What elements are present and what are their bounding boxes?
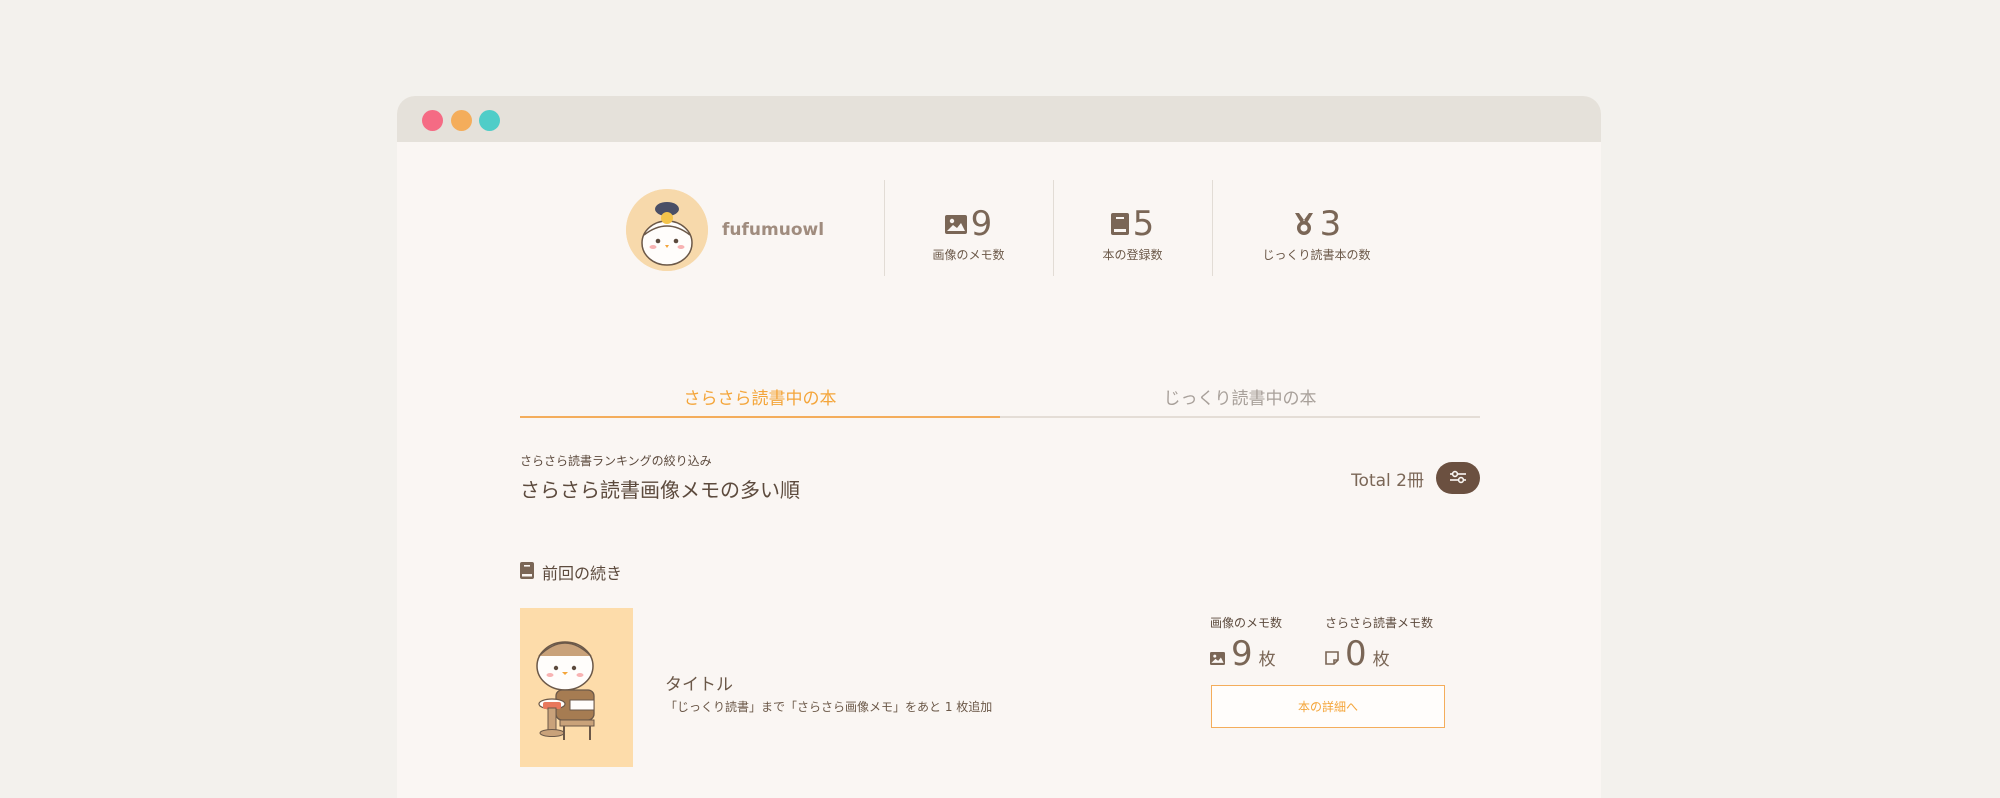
tab-underline: [1000, 416, 1480, 418]
image-icon: [944, 214, 967, 234]
username: fufumuowl: [722, 220, 825, 240]
stat-label: 本の登録数: [1102, 248, 1163, 262]
stat-image-memos: 9 画像のメモ数: [884, 204, 1053, 263]
book-cover[interactable]: [520, 608, 633, 767]
owl-avatar-icon[interactable]: [626, 189, 708, 271]
count-unit: 枚: [1372, 650, 1390, 670]
tab-jikkuri[interactable]: じっくり読書中の本: [1000, 384, 1480, 409]
active-tab-indicator: [520, 416, 1000, 418]
stat-deep-reading-books: 3 じっくり読書本の数: [1212, 204, 1421, 263]
book-detail-button[interactable]: 本の詳細へ: [1211, 685, 1445, 728]
count-label: さらさら読書メモ数: [1325, 616, 1434, 630]
book-progress-message: 「じっくり読書」まで「さらさら画像メモ」をあと 1 枚追加: [665, 700, 993, 714]
filter-title: さらさら読書画像メモの多い順: [520, 478, 800, 502]
stat-value: 5: [1132, 204, 1155, 244]
stat-label: 画像のメモ数: [932, 248, 1005, 262]
note-icon: [1325, 650, 1339, 669]
count-unit: 枚: [1258, 650, 1276, 670]
title-bar: [397, 96, 1601, 142]
book-icon: [1110, 213, 1129, 235]
section-header: 前回の続き: [520, 560, 622, 584]
stat-value: 9: [970, 204, 993, 244]
sliders-icon: [1449, 469, 1467, 488]
image-icon: [1210, 650, 1225, 669]
image-memo-count: 画像のメモ数 9 枚: [1210, 614, 1282, 673]
count-value: 9: [1231, 634, 1253, 674]
book-icon: [520, 561, 534, 583]
stat-registered-books: 5 本の登録数: [1053, 204, 1212, 263]
filter-subtitle: さらさら読書ランキングの絞り込み: [520, 454, 712, 468]
stat-value: 3: [1319, 204, 1342, 244]
book-title[interactable]: タイトル: [665, 670, 733, 695]
zoom-window-button[interactable]: [479, 110, 500, 131]
sarasara-memo-count: さらさら読書メモ数 0 枚: [1325, 614, 1433, 673]
count-label: 画像のメモ数: [1210, 616, 1283, 630]
filter-button[interactable]: [1436, 462, 1480, 494]
total-count: Total 2冊: [1351, 471, 1424, 491]
close-window-button[interactable]: [422, 110, 443, 131]
count-value: 0: [1345, 634, 1367, 674]
section-title: 前回の続き: [542, 564, 623, 583]
app-window: fufumuowl 9 画像のメモ数 5 本の登録数 3 じっくり読書本の数 さ…: [397, 96, 1601, 798]
stat-label: じっくり読書本の数: [1262, 248, 1371, 262]
minimize-window-button[interactable]: [451, 110, 472, 131]
medal-icon: [1292, 212, 1316, 236]
tab-sarasara[interactable]: さらさら読書中の本: [520, 384, 1000, 409]
